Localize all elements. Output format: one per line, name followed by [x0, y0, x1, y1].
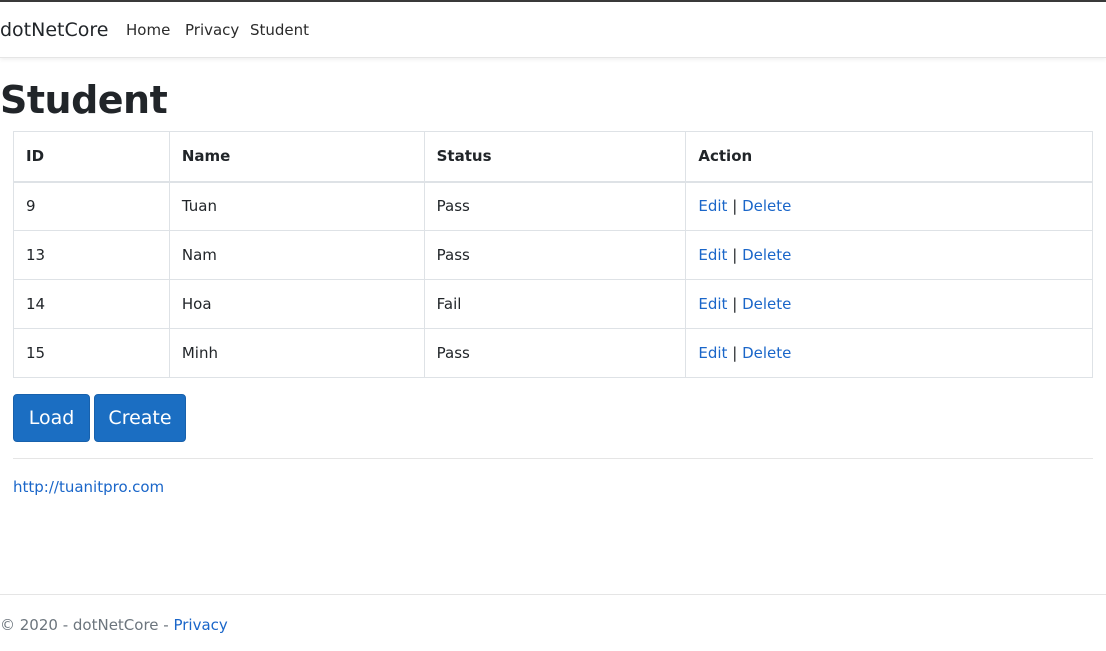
cell-action: Edit | Delete: [685, 230, 1093, 280]
cell-action: Edit | Delete: [685, 328, 1093, 378]
footer-divider: [0, 594, 1106, 595]
footer-privacy-link[interactable]: Privacy: [173, 616, 227, 634]
divider: [13, 458, 1093, 459]
header-action: Action: [685, 131, 1093, 183]
cell-name: Nam: [168, 230, 425, 280]
cell-name: Hoa: [168, 279, 425, 329]
table-row: 13 Nam Pass Edit | Delete: [13, 230, 1093, 280]
delete-link[interactable]: Delete: [742, 295, 791, 313]
edit-link[interactable]: Edit: [698, 197, 727, 215]
cell-id: 14: [13, 279, 170, 329]
action-separator: |: [732, 197, 738, 216]
header-id: ID: [13, 131, 170, 183]
navbar: dotNetCore Home Privacy Student: [0, 2, 1106, 58]
delete-link[interactable]: Delete: [742, 197, 791, 215]
nav-link-student[interactable]: Student: [250, 21, 309, 39]
site-link[interactable]: http://tuanitpro.com: [13, 478, 164, 496]
nav-link-privacy[interactable]: Privacy: [185, 21, 239, 39]
create-button[interactable]: Create: [94, 394, 186, 442]
header-name: Name: [168, 131, 425, 183]
action-separator: |: [732, 295, 738, 313]
footer-copyright: © 2020 - dotNetCore -: [0, 616, 174, 634]
action-separator: |: [732, 246, 738, 264]
table-header-row: ID Name Status Action: [13, 131, 1093, 183]
nav-link-home[interactable]: Home: [126, 21, 170, 39]
page-title: Student: [0, 78, 168, 122]
edit-link[interactable]: Edit: [698, 344, 727, 362]
students-table: ID Name Status Action 9 Tuan Pass Edit |…: [13, 131, 1093, 378]
table-row: 15 Minh Pass Edit | Delete: [13, 328, 1093, 378]
cell-action: Edit | Delete: [685, 279, 1093, 329]
cell-id: 13: [13, 230, 170, 280]
footer: © 2020 - dotNetCore - Privacy: [0, 616, 228, 634]
cell-status: Pass: [423, 181, 687, 231]
action-separator: |: [732, 344, 738, 362]
edit-link[interactable]: Edit: [698, 246, 727, 264]
navbar-brand[interactable]: dotNetCore: [0, 19, 108, 41]
header-status: Status: [423, 131, 687, 183]
cell-id: 9: [13, 181, 170, 231]
cell-action: Edit | Delete: [685, 181, 1093, 231]
table-row: 14 Hoa Fail Edit | Delete: [13, 279, 1093, 329]
cell-id: 15: [13, 328, 170, 378]
edit-link[interactable]: Edit: [698, 295, 727, 313]
delete-link[interactable]: Delete: [742, 246, 791, 264]
delete-link[interactable]: Delete: [742, 344, 791, 362]
load-button[interactable]: Load: [13, 394, 90, 442]
cell-status: Fail: [423, 279, 687, 329]
cell-status: Pass: [423, 230, 687, 280]
cell-status: Pass: [423, 328, 687, 378]
cell-name: Minh: [168, 328, 425, 378]
table-row: 9 Tuan Pass Edit | Delete: [13, 181, 1093, 231]
cell-name: Tuan: [168, 181, 425, 231]
